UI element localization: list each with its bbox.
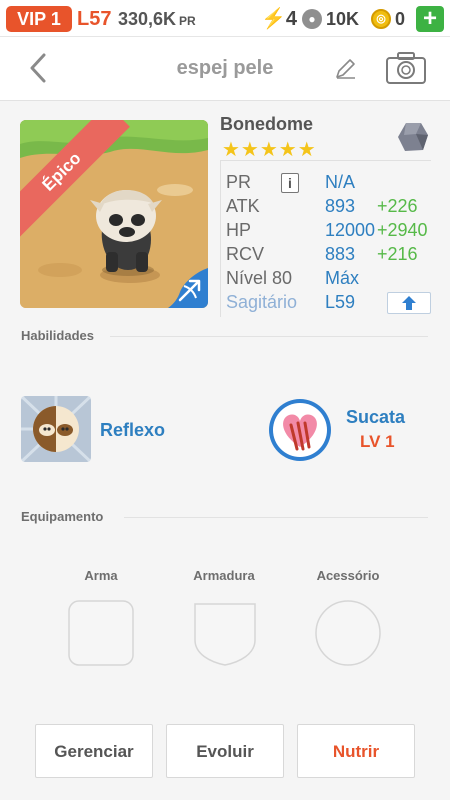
energy-counter[interactable]: ⚡4: [261, 6, 297, 32]
skill-level: LV 1: [360, 432, 395, 451]
pet-name: Bonedome: [220, 114, 314, 134]
page-header: espej pele: [0, 37, 450, 101]
class-label: Sagitário: [226, 292, 298, 312]
player-pr: 330,6K PR: [118, 6, 196, 34]
lightning-icon: ⚡: [261, 8, 286, 30]
coin-icon: ◎: [371, 9, 391, 29]
page-title: espej pele: [176, 57, 274, 79]
chevron-left-icon[interactable]: [24, 51, 54, 85]
status-bar: VIP 1 L57 330,6K PR ⚡4 ● 10K ◎ 0 +: [0, 0, 450, 37]
skill-name[interactable]: Reflexo: [100, 420, 165, 441]
feed-button[interactable]: Nutrir: [297, 724, 415, 778]
rcv-value: 883: [325, 244, 356, 264]
skills-heading: Habilidades: [21, 328, 94, 343]
divider: [124, 517, 428, 518]
accessory-slot[interactable]: [315, 600, 381, 666]
pet-portrait-card[interactable]: Épico: [20, 120, 208, 308]
atk-bonus: +226: [377, 196, 418, 216]
class-level: L59: [325, 292, 356, 312]
divider: [110, 336, 428, 337]
coin-value: 0: [395, 9, 406, 29]
hp-bonus: +2940: [377, 220, 428, 240]
equipment-heading: Equipamento: [21, 509, 104, 524]
rock-icon: [398, 123, 428, 151]
paw-counter[interactable]: ● 10K: [302, 6, 359, 32]
skill-name[interactable]: Sucata: [346, 407, 405, 428]
pr-unit: PR: [179, 14, 196, 28]
paw-icon: ●: [302, 9, 322, 29]
scrap-heart-skill-icon[interactable]: [267, 397, 333, 463]
evolve-button[interactable]: Evoluir: [166, 724, 284, 778]
level-label: Nível 80: [226, 268, 293, 288]
armor-slot[interactable]: [192, 600, 258, 666]
info-icon[interactable]: i: [281, 173, 299, 193]
pencil-icon[interactable]: [333, 55, 359, 81]
weapon-label: Arma: [84, 568, 118, 583]
add-coins-button[interactable]: +: [416, 6, 444, 32]
rcv-bonus: +216: [377, 244, 418, 264]
pr-label: PR: [226, 172, 252, 192]
vip-badge[interactable]: VIP 1: [6, 6, 72, 32]
pr-stat-value: N/A: [325, 172, 356, 192]
sagittarius-bow-icon: [168, 268, 208, 308]
level-value: Máx: [325, 268, 360, 288]
paw-value: 10K: [326, 9, 360, 29]
pr-value: 330,6K: [118, 9, 177, 29]
camera-icon[interactable]: [385, 51, 427, 85]
atk-value: 893: [325, 196, 356, 216]
arrow-up-icon: [402, 296, 416, 310]
reflex-skill-icon[interactable]: [21, 396, 91, 462]
coin-counter[interactable]: ◎ 0: [371, 6, 405, 32]
armor-label: Armadura: [193, 568, 255, 583]
hp-value: 12000: [325, 220, 376, 240]
weapon-slot[interactable]: [68, 600, 134, 666]
atk-label: ATK: [226, 196, 260, 216]
manage-button[interactable]: Gerenciar: [35, 724, 153, 778]
player-level: L57: [77, 8, 112, 30]
accessory-label: Acessório: [316, 568, 380, 583]
star-rating: ★★★★★: [222, 139, 317, 161]
upgrade-class-button[interactable]: [387, 292, 431, 314]
energy-value: 4: [285, 8, 298, 30]
hp-label: HP: [226, 220, 252, 240]
rcv-label: RCV: [226, 244, 265, 264]
